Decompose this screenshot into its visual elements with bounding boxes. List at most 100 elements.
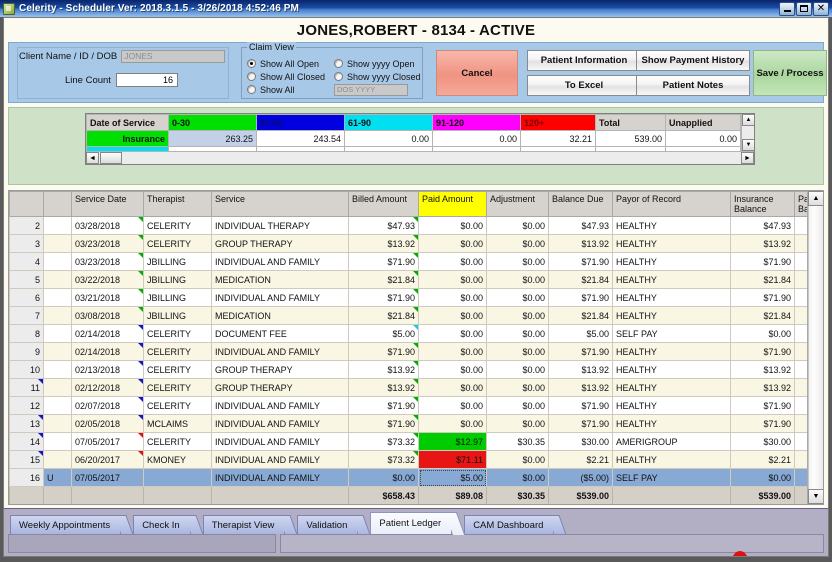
therapist-cell[interactable]: CELERITY — [143, 234, 212, 253]
payor-of-record-cell[interactable]: SELF PAY — [612, 468, 731, 487]
insurance-balance-cell[interactable]: $71.90 — [730, 414, 795, 433]
adjustment-cell[interactable]: $0.00 — [486, 414, 549, 433]
patient-balance-cell[interactable]: $0.00 — [794, 342, 807, 361]
balance-due-cell[interactable]: $71.90 — [548, 414, 613, 433]
paid-amount-cell[interactable]: $0.00 — [418, 414, 487, 433]
aging-cell[interactable]: 0.00 — [665, 130, 741, 147]
row-index-cell[interactable]: 4 — [9, 252, 44, 271]
row-flag-cell[interactable] — [43, 414, 72, 433]
billed-amount-cell[interactable]: $0.00 — [348, 468, 419, 487]
row-flag-cell[interactable] — [43, 396, 72, 415]
tab-weekly-appointments[interactable]: Weekly Appointments — [10, 515, 122, 534]
payor-of-record-cell[interactable]: HEALTHY — [612, 342, 731, 361]
therapist-cell[interactable]: JBILLING — [143, 288, 212, 307]
row-flag-cell[interactable] — [43, 216, 72, 235]
balance-due-cell[interactable]: ($5.00) — [548, 468, 613, 487]
billed-amount-cell[interactable]: $71.90 — [348, 288, 419, 307]
payor-of-record-cell[interactable]: HEALTHY — [612, 252, 731, 271]
adjustment-cell[interactable]: $0.00 — [486, 306, 549, 325]
radio-show-all[interactable]: Show All — [247, 83, 325, 96]
patient-balance-cell[interactable]: $0.00 — [794, 432, 807, 451]
payor-of-record-cell[interactable]: HEALTHY — [612, 450, 731, 469]
column-header-paid-amount[interactable]: Paid Amount — [418, 191, 487, 217]
tab-validation[interactable]: Validation — [297, 515, 359, 534]
aging-cell[interactable]: 539.00 — [595, 130, 666, 147]
paid-amount-cell[interactable]: $0.00 — [418, 360, 487, 379]
patient-balance-cell[interactable]: $0.00 — [794, 450, 807, 469]
row-index-cell[interactable]: 6 — [9, 288, 44, 307]
service-date-cell[interactable]: 02/12/2018 — [71, 378, 144, 397]
table-row[interactable]: 4 03/23/2018 JBILLING INDIVIDUAL AND FAMILY… — [9, 252, 807, 271]
aging-header-cell[interactable]: 31-60 — [256, 114, 345, 131]
minimize-button[interactable] — [779, 1, 795, 16]
aging-scroll-right-button[interactable]: ► — [741, 152, 754, 164]
row-index-cell[interactable]: 9 — [9, 342, 44, 361]
patient-balance-cell[interactable]: $0.00 — [794, 396, 807, 415]
service-cell[interactable]: MEDICATION — [211, 270, 349, 289]
billed-amount-cell[interactable]: $71.90 — [348, 252, 419, 271]
service-cell[interactable]: INDIVIDUAL AND FAMILY — [211, 252, 349, 271]
row-flag-cell[interactable] — [43, 342, 72, 361]
aging-cell[interactable]: 263.25 — [168, 130, 257, 147]
table-row[interactable]: 7 03/08/2018 JBILLING MEDICATION $21.84 $0.00… — [9, 306, 807, 325]
column-header-payor-of-record[interactable]: Payor of Record — [612, 191, 731, 217]
service-cell[interactable]: INDIVIDUAL AND FAMILY — [211, 450, 349, 469]
column-header-therapist[interactable]: Therapist — [143, 191, 212, 217]
insurance-balance-cell[interactable]: $30.00 — [730, 432, 795, 451]
column-header-patient-balance[interactable]: Patient Balance — [794, 191, 807, 217]
aging-header-cell[interactable]: 61-90 — [344, 114, 433, 131]
service-cell[interactable]: GROUP THERAPY — [211, 234, 349, 253]
row-flag-cell[interactable] — [43, 360, 72, 379]
column-header-billed-amount[interactable]: Billed Amount — [348, 191, 419, 217]
client-name-input[interactable]: JONES — [121, 50, 226, 63]
service-cell[interactable]: INDIVIDUAL AND FAMILY — [211, 396, 349, 415]
therapist-cell[interactable]: KMONEY — [143, 450, 212, 469]
radio-show-all-open[interactable]: Show All Open — [247, 57, 325, 70]
row-index-cell[interactable]: 5 — [9, 270, 44, 289]
therapist-cell[interactable]: CELERITY — [143, 360, 212, 379]
row-index-cell[interactable]: 15 — [9, 450, 44, 469]
billed-amount-cell[interactable]: $21.84 — [348, 270, 419, 289]
table-row[interactable]: 16 U 07/05/2017 INDIVIDUAL AND FAMILY $0.00 $… — [9, 468, 807, 487]
paid-amount-cell[interactable]: $71.11 — [418, 450, 487, 469]
patient-notes-button[interactable]: Patient Notes — [636, 75, 750, 96]
service-cell[interactable]: INDIVIDUAL AND FAMILY — [211, 342, 349, 361]
billed-amount-cell[interactable]: $13.92 — [348, 360, 419, 379]
aging-scroll-thumb[interactable] — [100, 152, 122, 164]
insurance-balance-cell[interactable]: $71.90 — [730, 288, 795, 307]
insurance-balance-cell[interactable]: $13.92 — [730, 360, 795, 379]
aging-scroll-down-button[interactable]: ▼ — [742, 139, 754, 151]
patient-information-button[interactable]: Patient Information — [527, 50, 641, 71]
table-row[interactable]: 12 02/07/2018 CELERITY INDIVIDUAL AND FAMIL… — [9, 396, 807, 415]
dos-year-input[interactable]: DOS YYYY — [334, 84, 408, 96]
adjustment-cell[interactable]: $0.00 — [486, 252, 549, 271]
table-row[interactable]: 9 02/14/2018 CELERITY INDIVIDUAL AND FAMILY… — [9, 342, 807, 361]
insurance-balance-cell[interactable]: $0.00 — [730, 468, 795, 487]
adjustment-cell[interactable]: $0.00 — [486, 396, 549, 415]
row-index-cell[interactable]: 16 — [9, 468, 44, 487]
paid-amount-cell[interactable]: $0.00 — [418, 216, 487, 235]
paid-amount-cell[interactable]: $0.00 — [418, 342, 487, 361]
row-index-cell[interactable]: 11 — [9, 378, 44, 397]
billed-amount-cell[interactable]: $5.00 — [348, 324, 419, 343]
patient-balance-cell[interactable]: $0.00 — [794, 378, 807, 397]
column-header-blank[interactable] — [9, 191, 44, 217]
therapist-cell[interactable]: CELERITY — [143, 324, 212, 343]
row-index-cell[interactable]: 13 — [9, 414, 44, 433]
paid-amount-cell[interactable]: $0.00 — [418, 270, 487, 289]
insurance-balance-cell[interactable]: $13.92 — [730, 378, 795, 397]
radio-show-yyyy-open[interactable]: Show yyyy Open — [334, 57, 421, 70]
column-header-blank[interactable] — [43, 191, 72, 217]
insurance-balance-cell[interactable]: $47.93 — [730, 216, 795, 235]
therapist-cell[interactable]: CELERITY — [143, 342, 212, 361]
insurance-balance-cell[interactable]: $2.21 — [730, 450, 795, 469]
patient-balance-cell[interactable]: ($5.00) — [794, 468, 807, 487]
adjustment-cell[interactable]: $30.35 — [486, 432, 549, 451]
table-row[interactable]: 10 02/13/2018 CELERITY GROUP THERAPY $13.92 $… — [9, 360, 807, 379]
balance-due-cell[interactable]: $21.84 — [548, 270, 613, 289]
aging-header-cell[interactable]: 91-120 — [432, 114, 521, 131]
aging-header-cell[interactable]: 0-30 — [168, 114, 257, 131]
row-flag-cell[interactable] — [43, 252, 72, 271]
aging-horizontal-scrollbar[interactable]: ◄ ► — [86, 151, 754, 164]
balance-due-cell[interactable]: $71.90 — [548, 252, 613, 271]
